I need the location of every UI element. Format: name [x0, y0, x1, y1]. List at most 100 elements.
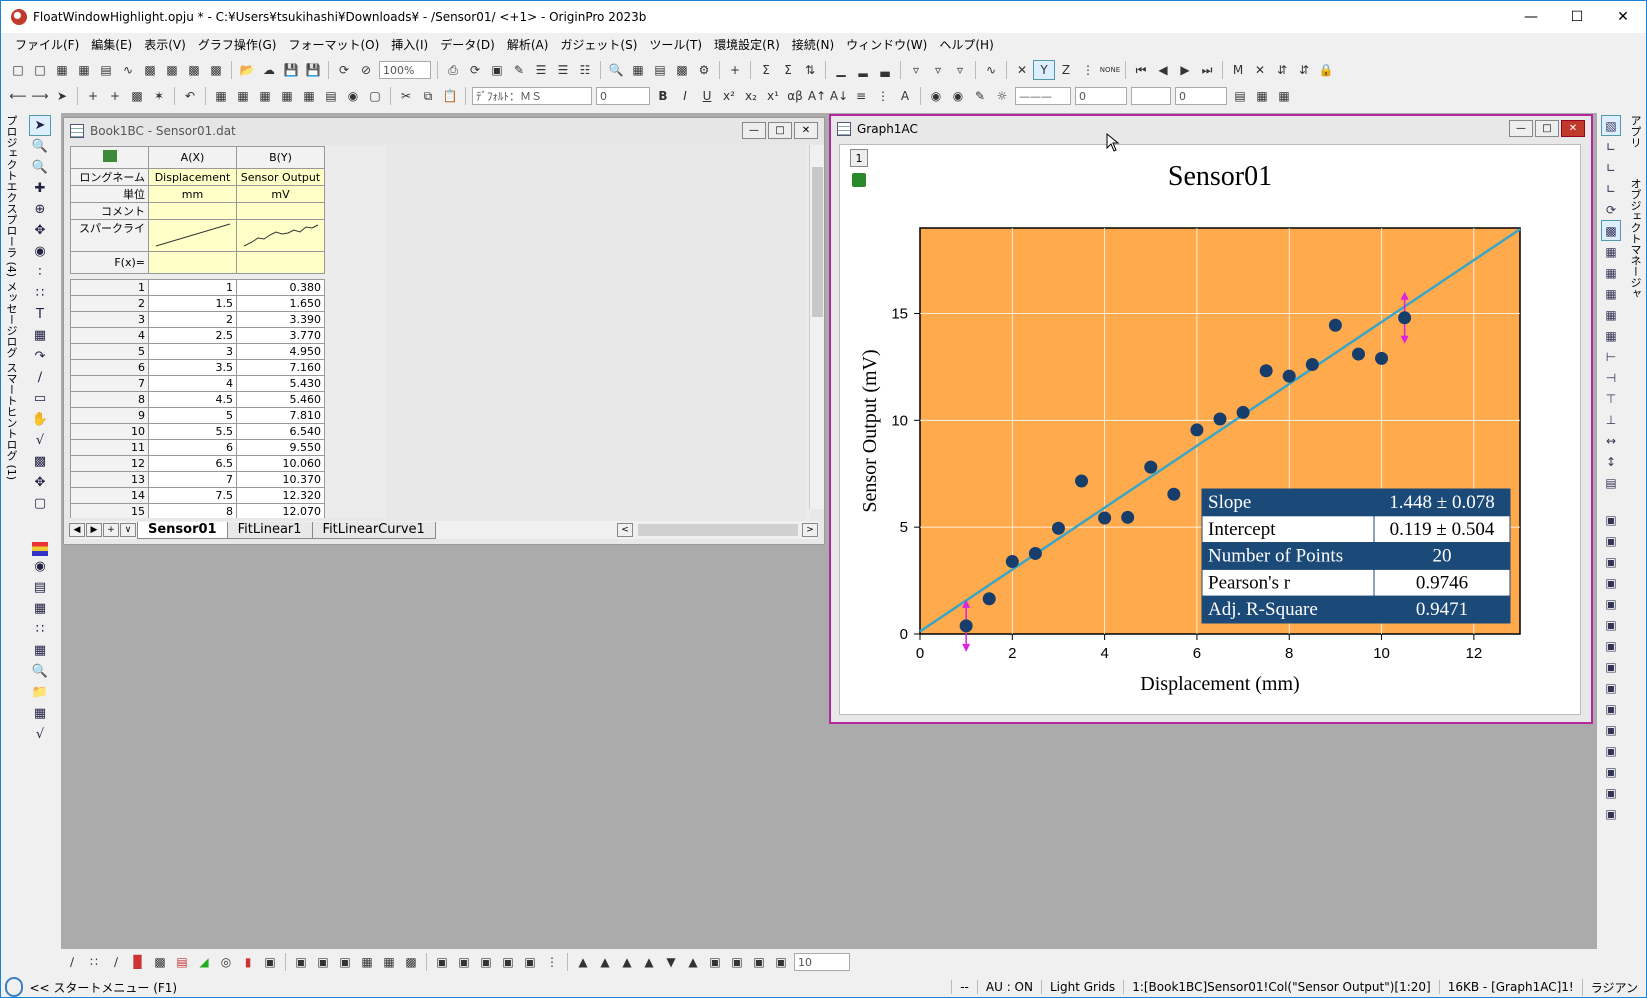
- cell-a[interactable]: 3.5: [148, 359, 237, 376]
- comment-b[interactable]: [236, 202, 325, 220]
- lock-icon[interactable]: 🔒: [1315, 60, 1337, 80]
- menu-preferences[interactable]: 環境設定(R): [708, 36, 786, 53]
- shape-8-icon[interactable]: ▣: [726, 952, 748, 972]
- pointer-icon[interactable]: ➤: [29, 115, 51, 136]
- set-y-icon[interactable]: Y: [1033, 60, 1055, 80]
- new-report-icon[interactable]: ▩: [205, 60, 227, 80]
- arrange-6-icon[interactable]: ▣: [1601, 740, 1621, 761]
- layout-2-icon[interactable]: ▦: [1601, 262, 1621, 283]
- add-layer-icon[interactable]: ▦: [276, 86, 298, 106]
- new-matrix-icon[interactable]: ▦: [73, 60, 95, 80]
- cell-a[interactable]: 1: [148, 279, 237, 296]
- layout-3-icon[interactable]: ▦: [1601, 283, 1621, 304]
- filter-options-icon[interactable]: ▿: [949, 60, 971, 80]
- mask-icon[interactable]: M: [1227, 60, 1249, 80]
- move-icon[interactable]: ⇵: [1293, 60, 1315, 80]
- ungroup-icon[interactable]: ▣: [1601, 530, 1621, 551]
- workbook-title-bar[interactable]: Book1BC - Sensor01.dat: [64, 118, 824, 144]
- row-number[interactable]: 11: [70, 439, 149, 456]
- object-icon[interactable]: ▢: [29, 493, 51, 514]
- font-size-combo[interactable]: 0: [596, 87, 650, 105]
- font-smaller-icon[interactable]: A↓: [828, 86, 850, 106]
- row-number[interactable]: 2: [70, 295, 149, 312]
- cell-a[interactable]: 4.5: [148, 391, 237, 408]
- row-number[interactable]: 5: [70, 343, 149, 360]
- brightness-icon[interactable]: ☼: [991, 86, 1013, 106]
- row-number[interactable]: 8: [70, 391, 149, 408]
- swap-icon[interactable]: ⇵: [1271, 60, 1293, 80]
- extract-icon[interactable]: ▦: [232, 86, 254, 106]
- merge-graph-icon[interactable]: ▣: [497, 952, 519, 972]
- gadget-integrate-icon[interactable]: ▦: [29, 640, 51, 661]
- tab-next-icon[interactable]: ▶: [86, 523, 102, 537]
- arrange-1-icon[interactable]: ▣: [1601, 635, 1621, 656]
- fit-icon[interactable]: ▩: [1601, 220, 1621, 241]
- next-icon[interactable]: ▶: [1174, 60, 1196, 80]
- contour-plot-icon[interactable]: ▩: [149, 952, 171, 972]
- bold-icon[interactable]: B: [652, 86, 674, 106]
- column-header-a[interactable]: A(X): [148, 146, 237, 169]
- hscroll-right-icon[interactable]: >: [802, 523, 818, 537]
- menu-window[interactable]: ウィンドウ(W): [840, 36, 933, 53]
- menu-help[interactable]: ヘルプ(H): [933, 36, 999, 53]
- group-icon[interactable]: ▣: [1601, 509, 1621, 530]
- swap-layer-icon[interactable]: ▣: [453, 952, 475, 972]
- fx-b[interactable]: [236, 251, 325, 274]
- set-z-icon[interactable]: Z: [1055, 60, 1077, 80]
- comment-a[interactable]: [148, 202, 237, 220]
- layer-icon[interactable]: ▩: [126, 86, 148, 106]
- row-number[interactable]: 6: [70, 359, 149, 376]
- heatmap-icon[interactable]: ▦: [356, 952, 378, 972]
- underline-icon[interactable]: U: [696, 86, 718, 106]
- back-icon[interactable]: ⟵: [7, 86, 29, 106]
- menu-data[interactable]: データ(D): [434, 36, 501, 53]
- line-symbol-icon[interactable]: ∕: [105, 952, 127, 972]
- menu-connectivity[interactable]: 接続(N): [786, 36, 840, 53]
- pattern-icon[interactable]: ◉: [947, 86, 969, 106]
- apps-tab[interactable]: アプリ: [1627, 115, 1643, 148]
- menu-edit[interactable]: 編集(E): [85, 36, 138, 53]
- tab-first-icon[interactable]: ◀: [69, 523, 85, 537]
- copy-icon[interactable]: ⧉: [417, 86, 439, 106]
- back-order-icon[interactable]: ▣: [1601, 572, 1621, 593]
- line-style-combo[interactable]: ———: [1015, 87, 1071, 105]
- sparkline-a[interactable]: [148, 219, 237, 252]
- set-error-icon[interactable]: ⋮: [1077, 60, 1099, 80]
- region-select-icon[interactable]: ◉: [29, 241, 51, 262]
- script-window-icon[interactable]: ▩: [671, 60, 693, 80]
- workbook-close-button[interactable]: ✕: [794, 122, 818, 139]
- settings-icon[interactable]: ⚙: [693, 60, 715, 80]
- rescale-icon[interactable]: ▤: [320, 86, 342, 106]
- new-workbook-icon[interactable]: ▦: [51, 60, 73, 80]
- superscript-icon[interactable]: x²: [718, 86, 740, 106]
- cell-a[interactable]: 7.5: [148, 487, 237, 504]
- graph-page[interactable]: 1 0 2 4 6 8 10 12 0 5 10 15 Sensor01 Displacement (m…: [839, 144, 1581, 715]
- equation-icon[interactable]: √: [29, 430, 51, 451]
- align-right-icon[interactable]: ⊣: [1601, 367, 1621, 388]
- 3d-bar-icon[interactable]: ▣: [312, 952, 334, 972]
- new-folder-icon[interactable]: □: [29, 60, 51, 80]
- add-data-icon[interactable]: +: [82, 86, 104, 106]
- worksheet-vertical-scrollbar[interactable]: [809, 145, 824, 509]
- new-notes-icon[interactable]: ▤: [95, 60, 117, 80]
- 3d-plot-icon[interactable]: ▣: [259, 952, 281, 972]
- same-height-icon[interactable]: ↕: [1601, 451, 1621, 472]
- open-cloud-icon[interactable]: ☁: [258, 60, 280, 80]
- polar-plot-icon[interactable]: ◎: [215, 952, 237, 972]
- align-icon[interactable]: ≡: [850, 86, 872, 106]
- duplicate-icon[interactable]: ▣: [486, 60, 508, 80]
- graph-scatter-icon[interactable]: ▧: [1601, 115, 1621, 136]
- new-graph-icon[interactable]: ▩: [139, 60, 161, 80]
- cell-a[interactable]: 2.5: [148, 327, 237, 344]
- new-function-icon[interactable]: ∿: [117, 60, 139, 80]
- arrange-2-icon[interactable]: ▣: [1601, 656, 1621, 677]
- gadget-stats-icon[interactable]: ▤: [29, 577, 51, 598]
- shape-3-icon[interactable]: ▲: [616, 952, 638, 972]
- grid-style-icon[interactable]: ▦: [1273, 86, 1295, 106]
- gadget-cluster-icon[interactable]: ∷: [29, 619, 51, 640]
- image-plot-icon[interactable]: ▦: [378, 952, 400, 972]
- cell-a[interactable]: 3: [148, 343, 237, 360]
- axis-y-icon[interactable]: ∟: [1601, 178, 1621, 199]
- message-log-tab[interactable]: メッセージログ: [3, 281, 19, 358]
- cell-b[interactable]: 12.320: [236, 487, 325, 504]
